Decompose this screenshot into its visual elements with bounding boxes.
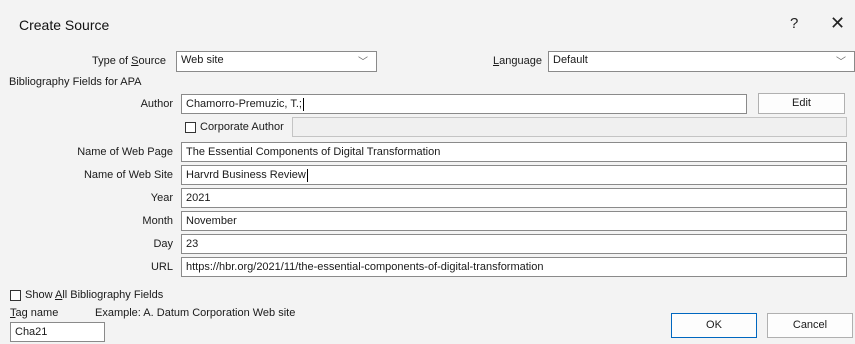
show-all-fields-label: Show All Bibliography Fields	[25, 289, 164, 301]
url-label: URL	[150, 261, 173, 273]
show-all-fields-checkbox[interactable]	[10, 290, 21, 301]
close-icon[interactable]: ✕	[830, 13, 845, 34]
corporate-author-field[interactable]	[292, 117, 847, 137]
url-field[interactable]: https://hbr.org/2021/11/the-essential-co…	[181, 257, 847, 277]
corporate-author-checkbox[interactable]	[185, 122, 196, 133]
edit-button[interactable]: Edit	[758, 93, 845, 114]
type-of-source-select[interactable]: Web site ﹀	[176, 51, 377, 72]
year-label: Year	[150, 192, 173, 204]
bibliography-fields-group-label: Bibliography Fields for APA	[9, 76, 142, 88]
day-field[interactable]: 23	[181, 234, 847, 254]
cancel-button[interactable]: Cancel	[767, 313, 853, 338]
type-of-source-value: Web site	[181, 54, 224, 66]
author-field[interactable]: Chamorro-Premuzic, T.;	[181, 94, 747, 114]
web-page-field[interactable]: The Essential Components of Digital Tran…	[181, 142, 847, 162]
day-label: Day	[153, 238, 173, 250]
help-icon[interactable]: ?	[790, 15, 798, 32]
tag-name-label: Tag name	[10, 307, 59, 319]
web-page-label: Name of Web Page	[77, 146, 173, 158]
month-field[interactable]: November	[181, 211, 847, 231]
web-site-label: Name of Web Site	[83, 169, 173, 181]
type-of-source-label: Type of Source	[91, 55, 166, 67]
chevron-down-icon: ﹀	[836, 57, 846, 68]
dialog-title: Create Source	[19, 17, 110, 33]
ok-button[interactable]: OK	[671, 313, 757, 338]
title-bar	[0, 0, 855, 46]
text-cursor	[302, 97, 304, 111]
month-label: Month	[142, 215, 173, 227]
text-cursor	[306, 168, 308, 182]
example-text: Example: A. Datum Corporation Web site	[95, 307, 296, 319]
year-field[interactable]: 2021	[181, 188, 847, 208]
language-value: Default	[553, 54, 588, 66]
web-site-field[interactable]: Harvrd Business Review	[181, 165, 847, 185]
tag-name-field[interactable]: Cha21	[10, 322, 105, 342]
language-label: Language	[493, 55, 542, 67]
author-label: Author	[140, 98, 173, 110]
corporate-author-label: Corporate Author	[200, 121, 284, 133]
author-value: Chamorro-Premuzic, T.;	[186, 98, 302, 110]
language-select[interactable]: Default ﹀	[548, 51, 855, 72]
web-site-value: Harvrd Business Review	[186, 169, 306, 181]
chevron-down-icon: ﹀	[358, 57, 368, 68]
